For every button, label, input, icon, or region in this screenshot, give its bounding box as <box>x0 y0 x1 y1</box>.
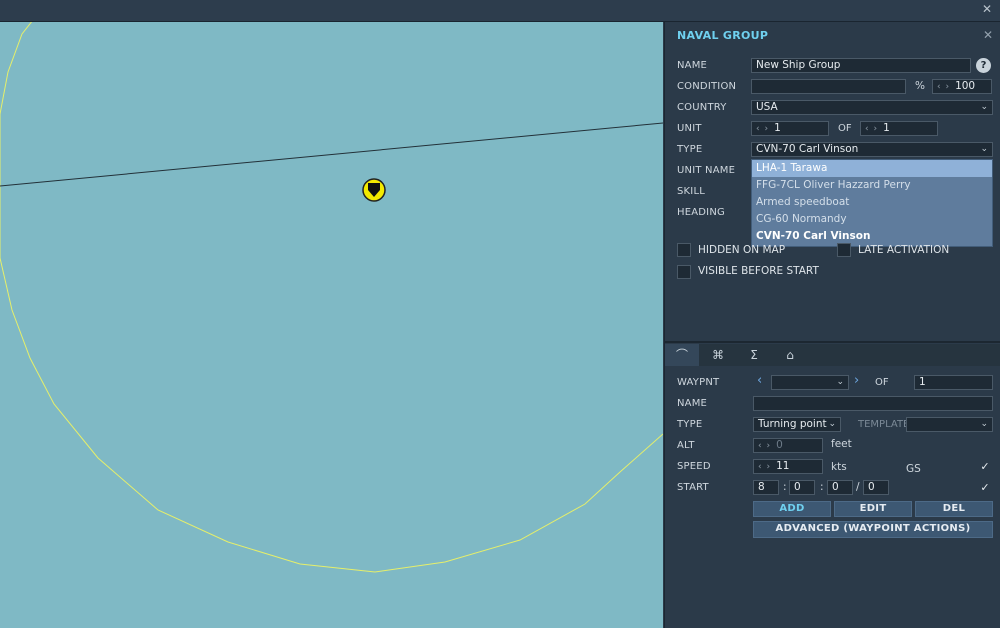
time-separator: / <box>856 481 860 493</box>
route-line <box>0 122 663 187</box>
waypoint-type-select[interactable]: Turning point ⌄ <box>753 417 841 432</box>
delete-waypoint-button[interactable]: DEL <box>915 501 993 517</box>
alt-value: 0 <box>776 439 783 451</box>
start-day-input[interactable]: 0 <box>863 480 889 495</box>
alt-unit: feet <box>831 438 852 450</box>
previous-waypoint-icon[interactable]: ‹ <box>757 373 762 388</box>
gs-checkbox-check-icon[interactable]: ✓ <box>978 460 992 474</box>
condition-input[interactable] <box>751 79 906 94</box>
waypoint-type-label: TYPE <box>677 419 703 430</box>
naval-group-panel: NAVAL GROUP ✕ NAME New Ship Group ? COND… <box>664 22 1000 628</box>
panel-title: NAVAL GROUP <box>677 29 769 42</box>
speed-stepper[interactable]: ‹ › 11 <box>753 459 823 474</box>
unit-name-label: UNIT NAME <box>677 165 736 176</box>
late-activation-label: LATE ACTIVATION <box>858 244 950 256</box>
dropdown-option[interactable]: Armed speedboat <box>752 194 992 211</box>
speed-value: 11 <box>776 460 790 472</box>
visible-before-start-checkbox[interactable] <box>677 265 691 279</box>
edit-waypoint-button[interactable]: EDIT <box>834 501 912 517</box>
alt-label: ALT <box>677 440 695 451</box>
alt-stepper[interactable]: ‹ › 0 <box>753 438 823 453</box>
hidden-on-map-checkbox[interactable] <box>677 243 691 257</box>
help-icon[interactable]: ? <box>976 58 991 73</box>
panel-close-icon[interactable]: ✕ <box>983 28 993 42</box>
close-icon[interactable]: ✕ <box>982 2 992 16</box>
hidden-on-map-label: HIDDEN ON MAP <box>698 244 786 256</box>
chevron-down-icon[interactable]: ⌄ <box>980 101 988 114</box>
waypnt-label: WAYPNT <box>677 377 720 388</box>
map-canvas <box>0 22 663 573</box>
unit-of-label: OF <box>838 123 852 134</box>
sigma-icon[interactable]: Σ <box>737 344 771 366</box>
country-label: COUNTRY <box>677 102 727 113</box>
stepper-arrows-icon[interactable]: ‹ › <box>865 124 878 134</box>
heading-label: HEADING <box>677 207 725 218</box>
condition-percent-stepper[interactable]: ‹ › 100 <box>932 79 992 94</box>
time-separator: : <box>820 481 824 493</box>
percent-sign: % <box>915 80 925 92</box>
command-icon[interactable]: ⌘ <box>701 344 735 366</box>
dropdown-option[interactable]: CG-60 Normandy <box>752 211 992 228</box>
waypoint-radius-circle <box>0 22 663 573</box>
stepper-arrows-icon[interactable]: ‹ › <box>758 462 771 472</box>
late-activation-checkbox[interactable] <box>837 243 851 257</box>
start-checkbox-check-icon[interactable]: ✓ <box>978 481 992 495</box>
template-label: TEMPLATE <box>858 419 910 430</box>
chevron-down-icon[interactable]: ⌄ <box>828 418 836 431</box>
name-label: NAME <box>677 60 708 71</box>
time-separator: : <box>783 481 787 493</box>
unit-type-dropdown: LHA-1 Tarawa FFG-7CL Oliver Hazzard Perr… <box>751 159 993 247</box>
waypoint-name-input[interactable] <box>753 396 993 411</box>
map-view[interactable] <box>0 22 663 628</box>
gs-label: GS <box>906 463 921 475</box>
next-waypoint-icon[interactable]: › <box>854 373 859 388</box>
condition-percent-value: 100 <box>955 80 976 92</box>
waypoint-select[interactable]: ⌄ <box>771 375 849 390</box>
stepper-arrows-icon[interactable]: ‹ › <box>937 82 950 92</box>
chevron-down-icon[interactable]: ⌄ <box>980 418 988 431</box>
waypoint-tabs: ⌒ ⌘ Σ ⌂ <box>665 344 1000 366</box>
unit-count-value: 1 <box>883 122 890 134</box>
template-select[interactable]: ⌄ <box>906 417 993 432</box>
unit-value: 1 <box>774 122 781 134</box>
unit-type-value: CVN-70 Carl Vinson <box>756 143 859 155</box>
add-waypoint-button[interactable]: ADD <box>753 501 831 517</box>
start-label: START <box>677 482 709 493</box>
dropdown-option[interactable]: FFG-7CL Oliver Hazzard Perry <box>752 177 992 194</box>
chevron-down-icon[interactable]: ⌄ <box>980 143 988 156</box>
waypoint-type-value: Turning point <box>758 418 827 430</box>
route-icon[interactable]: ⌒ <box>665 344 699 366</box>
speed-label: SPEED <box>677 461 711 472</box>
cargo-icon[interactable]: ⌂ <box>773 344 807 366</box>
waypoint-name-label: NAME <box>677 398 708 409</box>
waypoint-count-input[interactable]: 1 <box>914 375 993 390</box>
chevron-down-icon[interactable]: ⌄ <box>836 376 844 389</box>
dropdown-option[interactable]: LHA-1 Tarawa <box>752 160 992 177</box>
start-minutes-input[interactable]: 0 <box>789 480 815 495</box>
visible-before-start-label: VISIBLE BEFORE START <box>698 265 819 277</box>
waypoint-of-label: OF <box>875 377 889 388</box>
advanced-waypoint-actions-button[interactable]: ADVANCED (WAYPOINT ACTIONS) <box>753 521 993 538</box>
group-name-input[interactable]: New Ship Group <box>751 58 971 73</box>
country-value: USA <box>756 101 778 113</box>
skill-label: SKILL <box>677 186 705 197</box>
unit-type-select[interactable]: CVN-70 Carl Vinson ⌄ <box>751 142 993 157</box>
stepper-arrows-icon[interactable]: ‹ › <box>756 124 769 134</box>
country-select[interactable]: USA ⌄ <box>751 100 993 115</box>
condition-label: CONDITION <box>677 81 737 92</box>
unit-count-stepper[interactable]: ‹ › 1 <box>860 121 938 136</box>
panel-divider <box>665 341 1000 343</box>
speed-unit: kts <box>831 461 847 473</box>
type-label: TYPE <box>677 144 703 155</box>
start-hours-input[interactable]: 8 <box>753 480 779 495</box>
top-bar: ✕ <box>0 0 1000 22</box>
unit-label: UNIT <box>677 123 702 134</box>
dropdown-option[interactable]: CVN-70 Carl Vinson <box>752 228 992 245</box>
ship-group-marker[interactable] <box>362 178 386 202</box>
stepper-arrows-icon[interactable]: ‹ › <box>758 441 771 451</box>
start-seconds-input[interactable]: 0 <box>827 480 853 495</box>
unit-stepper[interactable]: ‹ › 1 <box>751 121 829 136</box>
